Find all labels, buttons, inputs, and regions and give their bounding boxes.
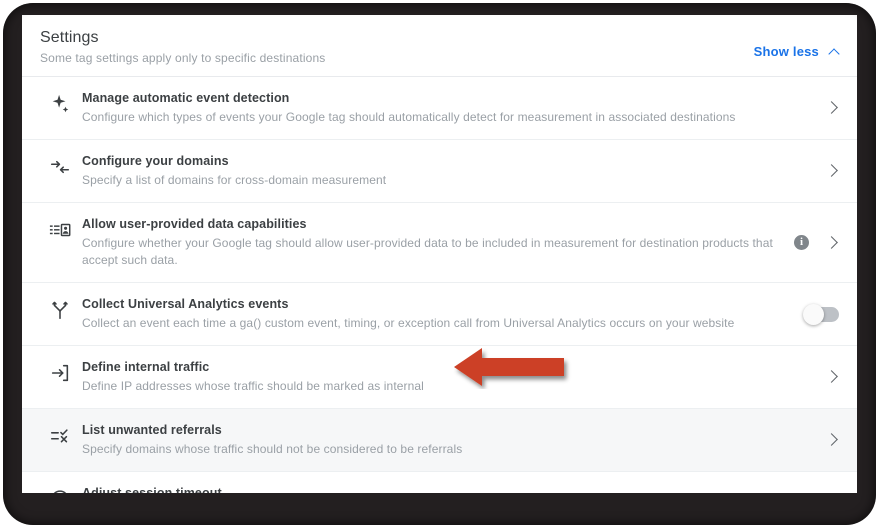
setting-row-define-internal-traffic[interactable]: Define internal traffic Define IP addres… — [22, 346, 857, 409]
row-description: Configure whether your Google tag should… — [82, 236, 773, 267]
row-text: Collect Universal Analytics events Colle… — [82, 296, 805, 332]
card-header: Settings Some tag settings apply only to… — [22, 15, 857, 77]
setting-row-allow-user-provided-data-capabilities[interactable]: Allow user-provided data capabilities Co… — [22, 203, 857, 283]
chevron-right-icon[interactable] — [823, 234, 841, 252]
cross-domain-arrows-icon — [38, 154, 82, 180]
row-title: List unwanted referrals — [82, 423, 222, 437]
screenshot-root: Settings Some tag settings apply only to… — [0, 0, 879, 528]
collect-ua-events-toggle[interactable] — [803, 303, 839, 325]
row-title: Adjust session timeout — [82, 486, 222, 493]
row-title: Allow user-provided data capabilities — [82, 217, 307, 231]
row-controls — [823, 368, 843, 386]
row-controls — [823, 99, 843, 117]
row-text: Adjust session timeout Set how long sess… — [82, 485, 823, 493]
branching-arrows-icon — [38, 297, 82, 323]
setting-row-list-unwanted-referrals[interactable]: List unwanted referrals Specify domains … — [22, 409, 857, 472]
settings-list: Manage automatic event detection Configu… — [22, 77, 857, 493]
toggle-knob — [803, 303, 824, 325]
chevron-right-icon[interactable] — [823, 162, 841, 180]
row-description: Define IP addresses whose traffic should… — [82, 379, 424, 393]
setting-row-configure-your-domains[interactable]: Configure your domains Specify a list of… — [22, 140, 857, 203]
setting-row-adjust-session-timeout[interactable]: Adjust session timeout Set how long sess… — [22, 472, 857, 493]
chevron-up-icon — [829, 46, 841, 58]
row-description: Collect an event each time a ga() custom… — [82, 316, 735, 330]
row-text: Manage automatic event detection Configu… — [82, 90, 823, 126]
row-description: Specify a list of domains for cross-doma… — [82, 173, 387, 187]
row-text: Allow user-provided data capabilities Co… — [82, 216, 794, 269]
row-description: Configure which types of events your Goo… — [82, 110, 736, 124]
row-title: Collect Universal Analytics events — [82, 297, 289, 311]
show-less-label: Show less — [753, 44, 819, 59]
row-text: Define internal traffic Define IP addres… — [82, 359, 823, 395]
info-icon[interactable]: i — [794, 235, 809, 250]
row-controls — [823, 162, 843, 180]
row-controls: i — [794, 234, 843, 252]
row-text: List unwanted referrals Specify domains … — [82, 422, 823, 458]
row-controls — [823, 431, 843, 449]
sparkle-icon — [38, 91, 82, 117]
row-title: Configure your domains — [82, 154, 229, 168]
setting-row-collect-universal-analytics-events[interactable]: Collect Universal Analytics events Colle… — [22, 283, 857, 346]
clock-icon — [38, 486, 82, 493]
row-text: Configure your domains Specify a list of… — [82, 153, 823, 189]
row-title: Define internal traffic — [82, 360, 210, 374]
checklist-exclude-icon — [38, 423, 82, 449]
page-title: Settings — [40, 29, 99, 46]
row-controls — [803, 303, 843, 325]
row-description: Specify domains whose traffic should not… — [82, 442, 463, 456]
user-data-list-icon — [38, 217, 82, 243]
chevron-right-icon[interactable] — [823, 431, 841, 449]
row-title: Manage automatic event detection — [82, 91, 290, 105]
setting-row-manage-automatic-event-detection[interactable]: Manage automatic event detection Configu… — [22, 77, 857, 140]
chevron-right-icon[interactable] — [823, 368, 841, 386]
chevron-right-icon[interactable] — [823, 99, 841, 117]
settings-card: Settings Some tag settings apply only to… — [22, 15, 857, 493]
show-less-button[interactable]: Show less — [754, 44, 841, 59]
login-arrow-icon — [38, 360, 82, 386]
page-subtitle: Some tag settings apply only to specific… — [40, 51, 326, 65]
